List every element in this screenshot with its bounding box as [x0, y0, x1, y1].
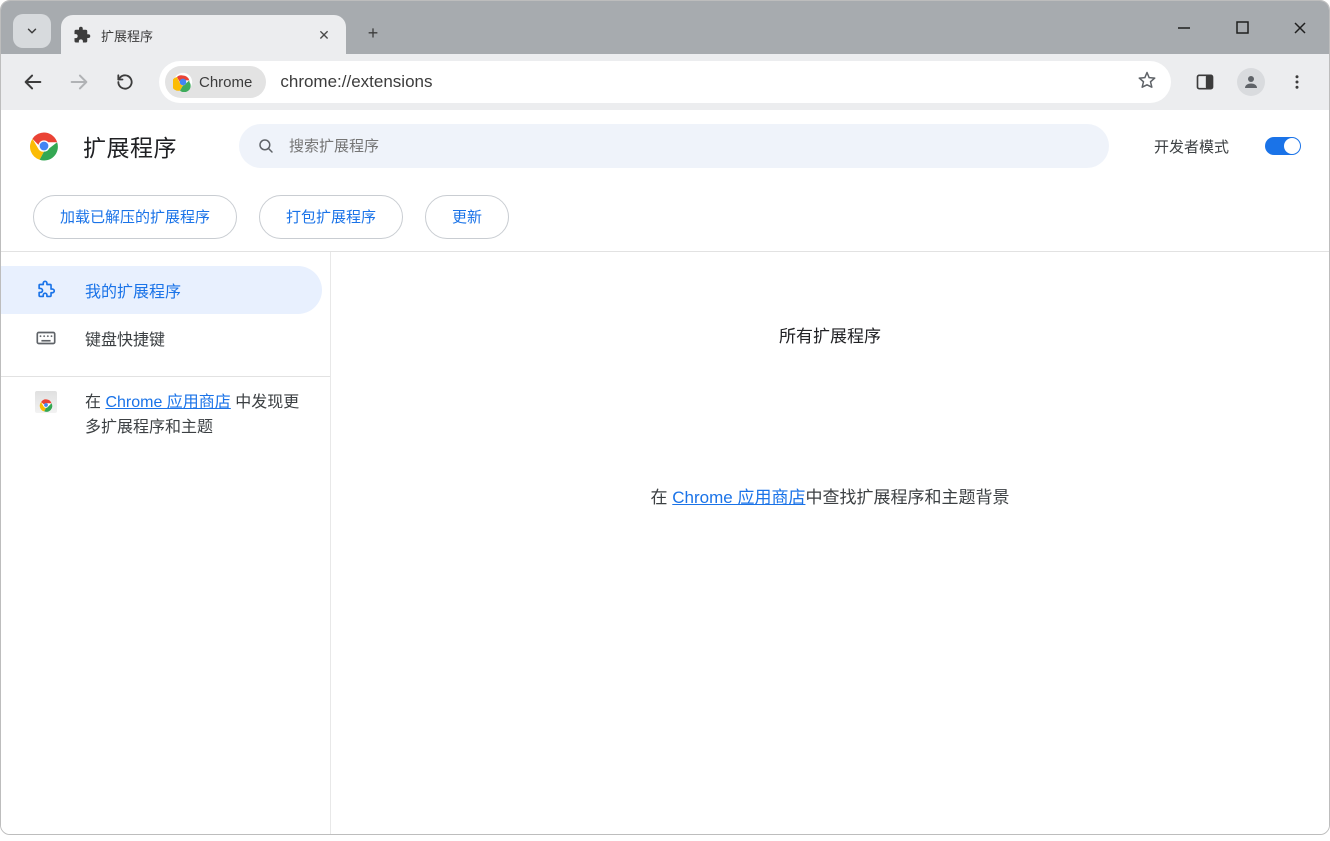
webstore-icon: [35, 391, 57, 413]
sidebar-divider: [1, 376, 330, 377]
tab-title: 扩展程序: [101, 26, 314, 45]
sidebar-store-link: 在 Chrome 应用商店 中发现更多扩展程序和主题: [1, 391, 330, 441]
update-button[interactable]: 更新: [425, 195, 509, 239]
developer-mode-toggle[interactable]: [1265, 137, 1301, 155]
sidebar-item-keyboard-shortcuts[interactable]: 键盘快捷键: [1, 314, 322, 362]
chrome-icon: [173, 72, 193, 92]
url-text: chrome://extensions: [280, 72, 1137, 92]
pack-extension-button[interactable]: 打包扩展程序: [259, 195, 403, 239]
developer-actions: 加载已解压的扩展程序 打包扩展程序 更新: [1, 182, 1329, 252]
tab-list-dropdown[interactable]: [13, 14, 51, 48]
titlebar: 扩展程序 ✕ +: [1, 1, 1329, 54]
chevron-down-icon: [25, 24, 39, 38]
sidebar: 我的扩展程序 键盘快捷键 在 Chrome 应用商店 中发现更多扩展程序和主题: [1, 252, 331, 834]
site-info-chip[interactable]: Chrome: [165, 66, 266, 98]
sidebar-item-label: 我的扩展程序: [85, 278, 181, 302]
window-maximize-button[interactable]: [1213, 1, 1271, 54]
side-panel-button[interactable]: [1185, 62, 1225, 102]
star-icon: [1137, 70, 1157, 90]
extensions-header: 扩展程序 开发者模式: [1, 110, 1329, 182]
kebab-menu-icon: [1288, 73, 1306, 91]
load-unpacked-button[interactable]: 加载已解压的扩展程序: [33, 195, 237, 239]
browser-toolbar: Chrome chrome://extensions: [1, 54, 1329, 110]
arrow-right-icon: [68, 71, 90, 93]
chrome-webstore-link-main[interactable]: Chrome 应用商店: [672, 488, 805, 507]
window-close-button[interactable]: [1271, 1, 1329, 54]
avatar-icon: [1237, 68, 1265, 96]
search-icon: [257, 137, 275, 155]
puzzle-icon: [73, 26, 91, 44]
sidebar-item-my-extensions[interactable]: 我的扩展程序: [1, 266, 322, 314]
site-chip-text: Chrome: [199, 74, 252, 91]
all-extensions-heading: 所有扩展程序: [331, 322, 1329, 347]
page-title: 扩展程序: [83, 129, 177, 163]
webstore-prompt: 在 Chrome 应用商店中查找扩展程序和主题背景: [331, 483, 1329, 508]
reload-icon: [115, 72, 135, 92]
chrome-logo-icon: [29, 131, 59, 161]
bookmark-button[interactable]: [1137, 70, 1157, 95]
developer-mode-label: 开发者模式: [1154, 136, 1229, 157]
side-panel-icon: [1195, 72, 1215, 92]
extensions-search[interactable]: [239, 124, 1109, 168]
sidebar-item-label: 键盘快捷键: [85, 326, 165, 350]
forward-button[interactable]: [59, 62, 99, 102]
arrow-left-icon: [22, 71, 44, 93]
browser-tab[interactable]: 扩展程序 ✕: [61, 15, 346, 55]
chrome-webstore-link[interactable]: Chrome 应用商店: [105, 394, 230, 411]
reload-button[interactable]: [105, 62, 145, 102]
omnibox[interactable]: Chrome chrome://extensions: [159, 61, 1171, 103]
main-content: 所有扩展程序 在 Chrome 应用商店中查找扩展程序和主题背景: [331, 252, 1329, 834]
extension-icon: [35, 279, 57, 301]
store-text-prefix: 在: [85, 394, 105, 411]
new-tab-button[interactable]: +: [356, 16, 390, 50]
menu-button[interactable]: [1277, 62, 1317, 102]
extensions-search-input[interactable]: [289, 138, 1091, 155]
back-button[interactable]: [13, 62, 53, 102]
window-minimize-button[interactable]: [1155, 1, 1213, 54]
profile-button[interactable]: [1231, 62, 1271, 102]
tab-close-button[interactable]: ✕: [314, 27, 334, 44]
keyboard-icon: [35, 327, 57, 349]
